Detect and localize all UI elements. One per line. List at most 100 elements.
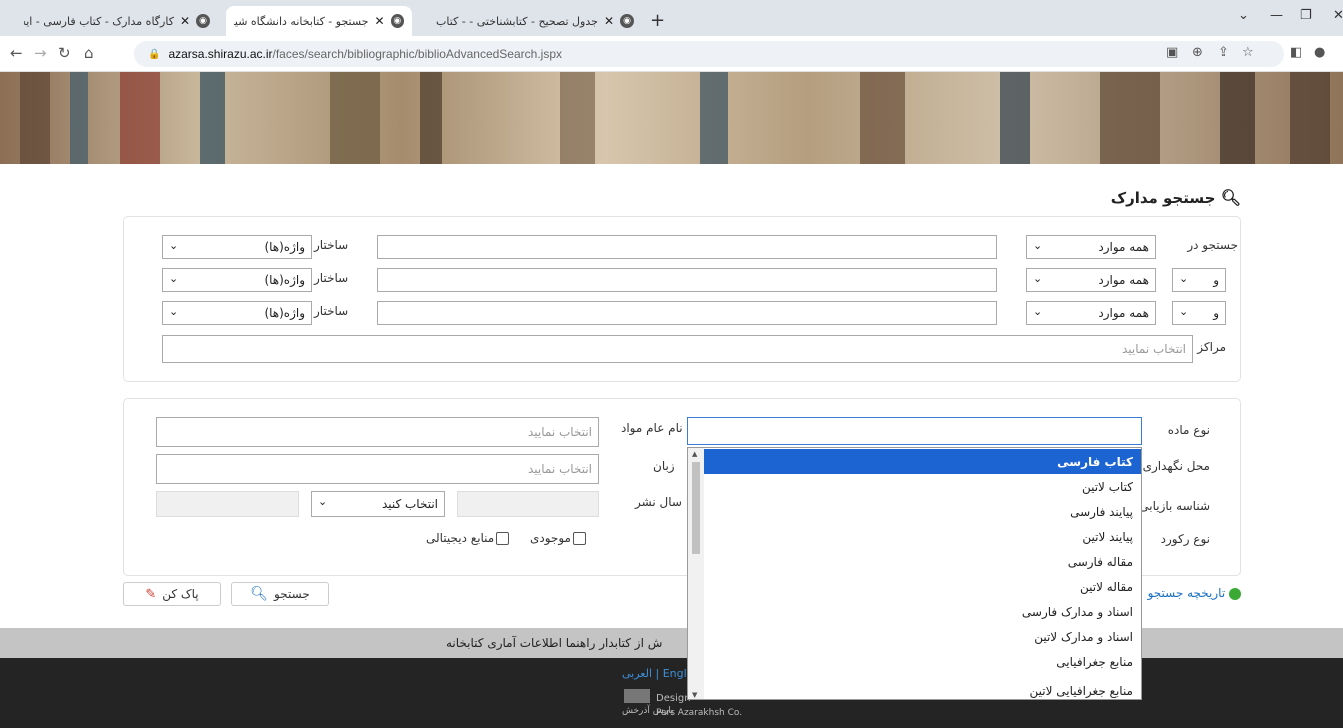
location-label: محل نگهداری <box>1142 459 1210 473</box>
browser-tab[interactable]: ◉ ✕ کارگاه مدارک - کتاب فارسی - ایجاد <box>6 6 218 36</box>
close-tab-icon[interactable]: ✕ <box>604 14 614 28</box>
operator-select[interactable]: و ⌄ <box>1172 301 1226 325</box>
centers-label: مراکز <box>1197 340 1226 354</box>
close-window-icon[interactable]: ✕ <box>1333 8 1343 23</box>
pub-year-select[interactable]: انتخاب کنید ⌄ <box>311 491 445 517</box>
url-field[interactable]: 🔒 azarsa.shirazu.ac.ir /faces/search/bib… <box>134 41 1284 67</box>
material-type-label: نوع ماده <box>1167 423 1210 437</box>
search-button[interactable]: جستجو 🔍︎ <box>231 582 329 606</box>
browser-tab[interactable]: ◉ ✕ جدول تصحیح - کتابشناختی - - کتاب <box>420 6 642 36</box>
restore-icon[interactable]: ❐ <box>1300 8 1312 23</box>
pub-year-input-2[interactable] <box>156 491 299 517</box>
tab-title: جدول تصحیح - کتابشناختی - - کتاب <box>436 14 598 28</box>
url-domain: azarsa.shirazu.ac.ir <box>168 47 273 61</box>
chevron-down-icon: ⌄ <box>1033 239 1043 252</box>
library-banner-image <box>0 72 1343 164</box>
structure-select[interactable]: واژه(ها) ⌄ <box>162 268 312 292</box>
material-name-input[interactable]: انتخاب نمایید <box>156 417 599 447</box>
side-panel-icon[interactable]: ◧ <box>1290 45 1302 60</box>
back-icon[interactable]: ← <box>10 44 23 62</box>
option-persian-serial[interactable]: پیایند فارسی <box>704 499 1141 524</box>
option-latin-book[interactable]: کتاب لاتین <box>704 474 1141 499</box>
field-select[interactable]: همه موارد ⌄ <box>1026 235 1156 259</box>
zoom-icon[interactable]: ⊕ <box>1192 45 1203 60</box>
option-persian-article[interactable]: مقاله فارسی <box>704 549 1141 574</box>
eraser-icon: ✎ <box>145 586 157 602</box>
clear-button[interactable]: پاک کن ✎ <box>123 582 221 606</box>
language-label: زبان <box>653 459 675 473</box>
language-links[interactable]: العربی | Engl <box>622 667 687 680</box>
structure-label: ساختار <box>314 304 349 318</box>
forward-icon[interactable]: → <box>34 44 47 62</box>
scrollbar-thumb[interactable] <box>692 462 700 554</box>
option-persian-documents[interactable]: اسناد و مدارک فارسی <box>704 599 1141 624</box>
option-latin-article[interactable]: مقاله لاتین <box>704 574 1141 599</box>
tab-title: کارگاه مدارک - کتاب فارسی - ایجاد <box>23 14 174 28</box>
tab-search-icon[interactable]: ⌄ <box>1238 8 1249 23</box>
listbox-scrollbar[interactable]: ▲ ▼ <box>688 448 704 699</box>
reload-icon[interactable]: ↻ <box>58 44 71 62</box>
history-icon <box>1229 587 1241 600</box>
search-term-input[interactable] <box>377 235 997 259</box>
material-type-combobox[interactable] <box>687 417 1142 445</box>
pub-year-input[interactable] <box>457 491 599 517</box>
globe-icon: ◉ <box>620 14 634 28</box>
chevron-down-icon: ⌄ <box>169 272 179 285</box>
profile-icon[interactable]: ● <box>1314 45 1325 60</box>
browser-tab-active[interactable]: ◉ ✕ جستجو - کتابخانه دانشگاه شیراز <box>226 6 412 36</box>
new-tab-button[interactable]: + <box>650 10 665 31</box>
retrieval-id-label: شناسه بازیابی <box>1139 499 1210 513</box>
option-persian-book[interactable]: کتاب فارسی <box>704 449 1141 474</box>
minimize-icon[interactable]: — <box>1270 8 1283 23</box>
browser-tab-bar: ◉ ✕ کارگاه مدارک - کتاب فارسی - ایجاد ◉ … <box>0 0 1343 36</box>
option-latin-geographic-resources[interactable]: منابع جغرافیایی لاتین <box>704 678 1141 699</box>
chevron-down-icon: ⌄ <box>1033 272 1043 285</box>
translate-icon[interactable]: ▣ <box>1166 45 1178 60</box>
chevron-down-icon: ⌄ <box>1033 305 1043 318</box>
language-input[interactable]: انتخاب نمایید <box>156 454 599 484</box>
chevron-down-icon: ⌄ <box>1179 305 1189 318</box>
material-type-listbox: ▲ ▼ کتاب فارسی کتاب لاتین پیایند فارسی پ… <box>687 447 1142 700</box>
centers-input[interactable]: انتخاب نمایید <box>162 335 1193 363</box>
pub-year-label: سال نشر <box>635 495 682 509</box>
tab-title: جستجو - کتابخانه دانشگاه شیراز <box>234 14 369 28</box>
share-icon[interactable]: ⇪ <box>1218 45 1229 60</box>
scroll-down-icon[interactable]: ▼ <box>692 691 697 699</box>
search-term-input[interactable] <box>377 301 997 325</box>
scroll-up-icon[interactable]: ▲ <box>692 450 697 458</box>
chevron-down-icon: ⌄ <box>169 305 179 318</box>
option-geographic-resources[interactable]: منابع جغرافیایی <box>704 649 1141 674</box>
page-title: 🔍︎ جستجو مدارک <box>1110 188 1241 207</box>
lock-icon: 🔒 <box>148 48 161 60</box>
field-select[interactable]: همه موارد ⌄ <box>1026 268 1156 292</box>
structure-label: ساختار <box>314 271 349 285</box>
close-tab-icon[interactable]: ✕ <box>374 14 384 28</box>
search-icon: 🔍︎ <box>1220 188 1241 207</box>
available-checkbox[interactable]: موجودی <box>530 531 586 545</box>
digital-resources-checkbox[interactable]: منابع دیجیتالی <box>426 531 510 545</box>
search-term-input[interactable] <box>377 268 997 292</box>
structure-label: ساختار <box>314 238 349 252</box>
home-icon[interactable]: ⌂ <box>84 44 94 62</box>
footer-company: Pars Azarakhsh Co. <box>656 708 743 718</box>
search-in-label: جستجو در <box>1187 238 1238 252</box>
chevron-down-icon: ⌄ <box>318 495 328 508</box>
chevron-down-icon: ⌄ <box>1179 272 1189 285</box>
close-tab-icon[interactable]: ✕ <box>180 14 190 28</box>
globe-icon: ◉ <box>196 14 210 28</box>
pars-azarakhsh-logo <box>624 689 650 703</box>
record-type-label: نوع رکورد <box>1160 532 1210 546</box>
operator-select[interactable]: و ⌄ <box>1172 268 1226 292</box>
footer-links[interactable]: ش از کتابدار راهنما اطلاعات آماری کتابخا… <box>446 636 662 650</box>
search-history-link[interactable]: تاریخچه جستجو <box>1148 586 1241 600</box>
option-latin-serial[interactable]: پیایند لاتین <box>704 524 1141 549</box>
chevron-down-icon: ⌄ <box>169 239 179 252</box>
field-select[interactable]: همه موارد ⌄ <box>1026 301 1156 325</box>
search-panel: جستجو در همه موارد ⌄ ساختار واژه(ها) ⌄ و ⌄ … <box>123 216 1241 382</box>
structure-select[interactable]: واژه(ها) ⌄ <box>162 301 312 325</box>
option-latin-documents[interactable]: اسناد و مدارک لاتین <box>704 624 1141 649</box>
material-name-label: نام عام مواد <box>621 421 683 435</box>
structure-select[interactable]: واژه(ها) ⌄ <box>162 235 312 259</box>
footer-design-text: Design <box>656 693 691 704</box>
bookmark-star-icon[interactable]: ☆ <box>1242 45 1254 60</box>
